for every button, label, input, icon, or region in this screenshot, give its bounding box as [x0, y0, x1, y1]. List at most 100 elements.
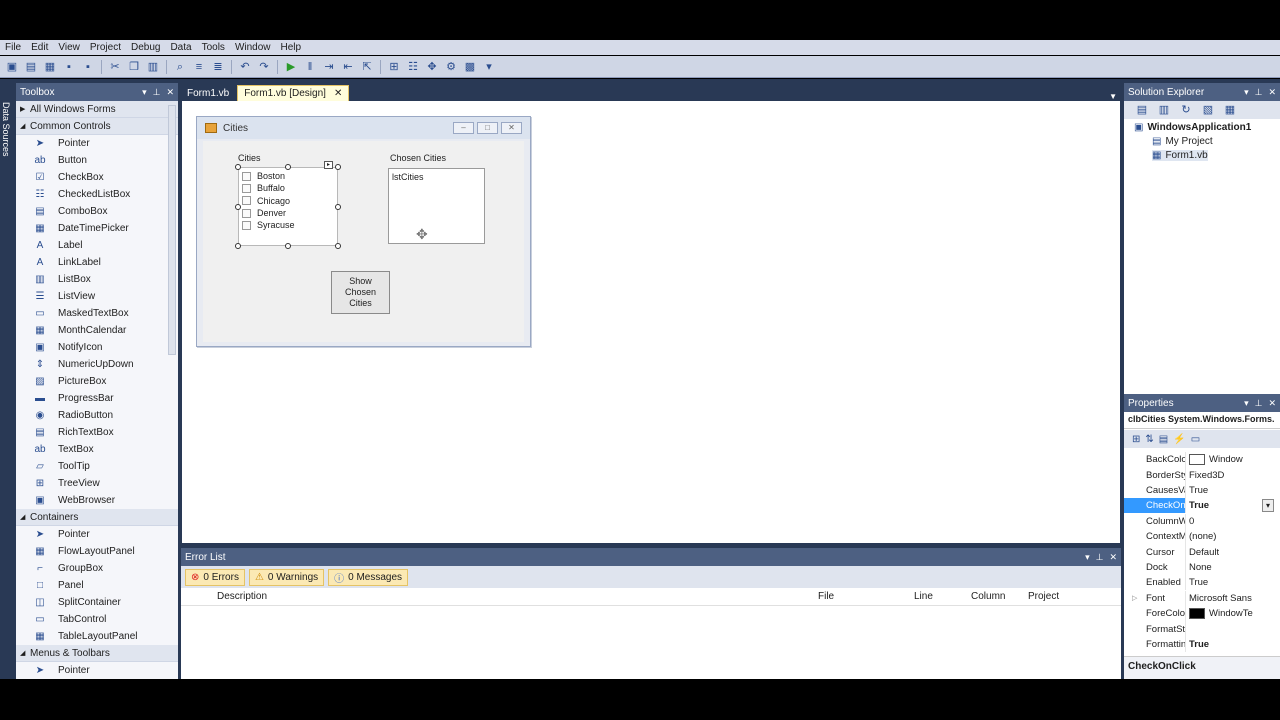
show-chosen-cities-button[interactable]: Show Chosen Cities: [331, 271, 390, 314]
property-value[interactable]: True: [1186, 500, 1209, 511]
cities-label[interactable]: Cities: [238, 153, 261, 163]
dropdown-icon[interactable]: ▾: [1244, 398, 1249, 409]
data-sources-tab[interactable]: Data Sources: [1, 102, 11, 157]
alphabetical-icon[interactable]: ⇅: [1145, 434, 1153, 445]
property-row[interactable]: ▷ Font Microsoft Sans: [1124, 590, 1274, 606]
toolbox-item[interactable]: ▬ ProgressBar: [16, 390, 178, 407]
toolbox-item[interactable]: ▦ DateTimePicker: [16, 220, 178, 237]
toolbox-item[interactable]: ⇕ NumericUpDown: [16, 356, 178, 373]
messages-filter-button[interactable]: ⓘ 0 Messages: [328, 568, 409, 586]
toolbox-item[interactable]: ▭ TabControl: [16, 611, 178, 628]
pin-icon[interactable]: ⊥: [1096, 552, 1104, 563]
menu-debug[interactable]: Debug: [126, 42, 165, 53]
find-icon[interactable]: ⌕: [172, 59, 188, 75]
property-pages-icon[interactable]: ▭: [1191, 434, 1200, 445]
chosen-cities-label[interactable]: Chosen Cities: [390, 153, 446, 163]
save-all-icon[interactable]: ▪: [80, 59, 96, 75]
property-value[interactable]: (none): [1186, 531, 1216, 542]
errors-filter-button[interactable]: ⊗ 0 Errors: [185, 568, 245, 586]
column-project[interactable]: Project: [1028, 591, 1059, 602]
property-value[interactable]: 0: [1186, 516, 1194, 527]
toolbox-item[interactable]: ▣ NotifyIcon: [16, 339, 178, 356]
expand-icon[interactable]: ◢: [20, 122, 30, 130]
object-browser-icon[interactable]: ⚙: [443, 59, 459, 75]
property-row[interactable]: Dock None: [1124, 559, 1274, 576]
property-row[interactable]: CausesValida True: [1124, 482, 1274, 499]
tools-icon[interactable]: ✥: [424, 59, 440, 75]
resize-handle[interactable]: [235, 243, 241, 249]
smart-tag-icon[interactable]: ▸: [324, 161, 333, 169]
toolbox-item[interactable]: ▱ ToolTip: [16, 458, 178, 475]
property-row[interactable]: Cursor Default: [1124, 544, 1274, 560]
chosen-cities-listbox[interactable]: lstCities: [388, 168, 485, 244]
save-icon[interactable]: ▪: [61, 59, 77, 75]
toolbox-item[interactable]: ➤ Pointer: [16, 662, 178, 679]
toolbox-item[interactable]: ☷ CheckedListBox: [16, 186, 178, 203]
toolbox-item[interactable]: ▭ MaskedTextBox: [16, 305, 178, 322]
city-checkbox[interactable]: [242, 171, 251, 181]
step-over-icon[interactable]: ⇤: [340, 59, 356, 75]
menu-window[interactable]: Window: [230, 42, 276, 53]
step-out-icon[interactable]: ⇱: [359, 59, 375, 75]
toolbox-item[interactable]: ▣ WebBrowser: [16, 492, 178, 509]
pause-icon[interactable]: ‖: [302, 59, 318, 75]
property-row[interactable]: Enabled True: [1124, 575, 1274, 591]
cut-icon[interactable]: ✂: [107, 59, 123, 75]
toolbox-category[interactable]: ◢ Menus & Toolbars: [16, 645, 178, 662]
toolbox-category[interactable]: ◢ Common Controls: [16, 118, 178, 135]
comment-icon[interactable]: ≡: [191, 59, 207, 75]
menu-view[interactable]: View: [53, 42, 85, 53]
expand-icon[interactable]: ◢: [20, 513, 30, 521]
copy-icon[interactable]: ❐: [126, 59, 142, 75]
menu-file[interactable]: File: [0, 42, 26, 53]
property-value[interactable]: True: [1186, 577, 1208, 588]
toolbox-item[interactable]: ▦ MonthCalendar: [16, 322, 178, 339]
resize-handle[interactable]: [285, 243, 291, 249]
resize-handle[interactable]: [335, 164, 341, 170]
form-title-bar[interactable]: Cities – □ ✕: [197, 117, 530, 139]
my-project-node[interactable]: ▤ My Project: [1152, 136, 1213, 147]
property-row[interactable]: ForeColor WindowTe: [1124, 606, 1274, 622]
object-selector[interactable]: clbCities System.Windows.Forms.: [1124, 412, 1280, 429]
property-value[interactable]: Fixed3D: [1186, 470, 1224, 481]
menu-project[interactable]: Project: [85, 42, 126, 53]
dropdown-icon[interactable]: ▾: [142, 87, 147, 98]
menu-data[interactable]: Data: [165, 42, 196, 53]
city-item[interactable]: Chicago: [239, 195, 337, 207]
view-designer-icon[interactable]: ▦: [1222, 102, 1238, 118]
pin-icon[interactable]: ⊥: [1255, 87, 1263, 98]
city-checkbox[interactable]: [242, 208, 251, 218]
column-column[interactable]: Column: [971, 591, 1005, 602]
city-item[interactable]: Denver: [239, 207, 337, 219]
properties-window-icon[interactable]: ☷: [405, 59, 421, 75]
pin-icon[interactable]: ⊥: [1255, 398, 1263, 409]
toolbox-item[interactable]: ab Button: [16, 152, 178, 169]
resize-handle[interactable]: [285, 164, 291, 170]
new-project-icon[interactable]: ▣: [4, 59, 20, 75]
property-row[interactable]: BackColor Window: [1124, 452, 1274, 468]
start-debugging-icon[interactable]: ▶: [283, 59, 299, 75]
property-value[interactable]: Microsoft Sans: [1186, 593, 1252, 604]
toolbox-scrollbar[interactable]: [168, 105, 176, 355]
toolbox-item[interactable]: ➤ Pointer: [16, 135, 178, 152]
toolbox-item[interactable]: ▨ PictureBox: [16, 373, 178, 390]
resize-handle[interactable]: [335, 204, 341, 210]
add-item-icon[interactable]: ▦: [42, 59, 58, 75]
dropdown-icon[interactable]: ▾: [1244, 87, 1249, 98]
toolbox-icon[interactable]: ▩: [462, 59, 478, 75]
toolbox-item[interactable]: ▤ ComboBox: [16, 203, 178, 220]
cities-checkedlistbox[interactable]: Boston Buffalo Chicago Denver Syracuse: [238, 167, 338, 246]
property-value[interactable]: True: [1186, 485, 1208, 496]
toolbox-item[interactable]: ▥ ListBox: [16, 271, 178, 288]
expand-icon[interactable]: ◢: [20, 649, 30, 657]
expand-icon[interactable]: ▶: [20, 105, 30, 113]
column-line[interactable]: Line: [914, 591, 933, 602]
undo-icon[interactable]: ↶: [237, 59, 253, 75]
toolbox-category[interactable]: ◢ Containers: [16, 509, 178, 526]
property-row[interactable]: ColumnWidt 0: [1124, 513, 1274, 529]
property-value[interactable]: Default: [1186, 547, 1219, 558]
toolbox-item[interactable]: ☰ ListView: [16, 288, 178, 305]
toolbox-item[interactable]: ➤ Pointer: [16, 526, 178, 543]
property-row[interactable]: BorderStyleFixed3D: [1124, 467, 1274, 483]
maximize-icon[interactable]: □: [477, 122, 498, 134]
